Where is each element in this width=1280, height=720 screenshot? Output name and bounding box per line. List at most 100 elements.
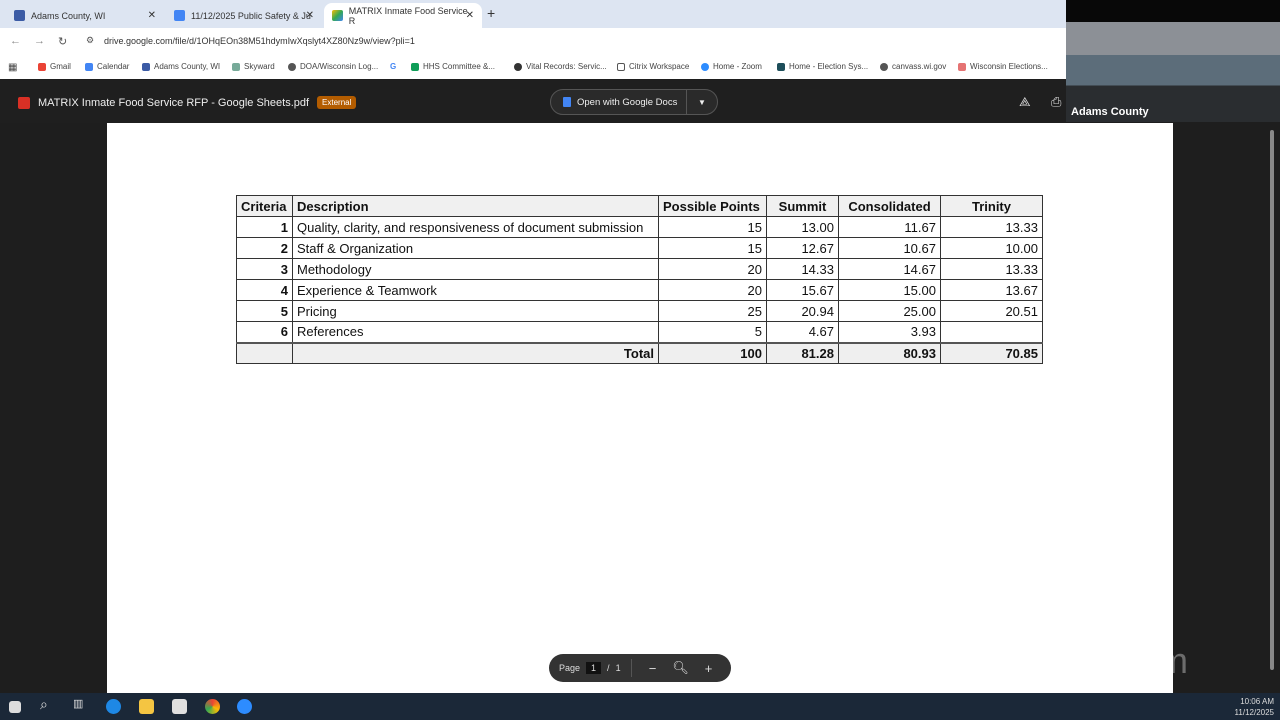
bookmark-canvass[interactable]: canvass.wi.gov <box>880 62 946 71</box>
forward-icon[interactable]: → <box>34 35 45 47</box>
bookmark-vital-records[interactable]: Vital Records: Servic... <box>514 62 607 71</box>
cell-criteria: 3 <box>236 258 293 280</box>
cell-possible-points: 20 <box>658 258 767 280</box>
address-bar: ← → ↻ ⚙ drive.google.com/file/d/1OHqEOn3… <box>0 28 1066 55</box>
tab-label: 11/12/2025 Public Safety & Ju <box>191 10 311 21</box>
tab-public-safety[interactable]: 11/12/2025 Public Safety & Ju ✕ <box>166 3 322 28</box>
cell-summit: 14.33 <box>766 258 839 280</box>
page-number-input[interactable]: 1 <box>586 662 602 674</box>
scoring-table: Criteria Description Possible Points Sum… <box>236 195 1043 364</box>
cell-summit: 13.00 <box>766 216 839 238</box>
cell-possible-points: 5 <box>658 321 767 343</box>
tab-matrix-pdf[interactable]: MATRIX Inmate Food Service R ✕ <box>324 3 482 28</box>
bookmark-citrix[interactable]: Citrix Workspace <box>617 62 689 71</box>
cell-description: Pricing <box>292 300 659 322</box>
print-icon[interactable]: ⎙ <box>1051 94 1061 110</box>
chrome-icon[interactable] <box>205 699 220 714</box>
pdf-icon <box>18 96 30 109</box>
file-title: MATRIX Inmate Food Service RFP - Google … <box>18 96 357 109</box>
cell-trinity: 10.00 <box>940 237 1043 259</box>
bookmark-skyward[interactable]: Skyward <box>232 62 275 71</box>
file-name: MATRIX Inmate Food Service RFP - Google … <box>38 96 310 109</box>
cell-possible-points: 20 <box>658 279 767 301</box>
table-row: 1 Quality, clarity, and responsiveness of… <box>236 216 1043 238</box>
start-icon[interactable] <box>9 701 21 713</box>
open-with-button[interactable]: Open with Google Docs ▼ <box>550 89 718 115</box>
open-with-label: Open with Google Docs <box>577 96 678 108</box>
bookmark-hhs[interactable]: HHS Committee &... <box>411 62 495 71</box>
table-row: 5 Pricing 25 20.94 25.00 20.51 <box>236 300 1043 322</box>
site-info-icon[interactable]: ⚙ <box>86 35 94 46</box>
cell-consolidated: 15.00 <box>838 279 941 301</box>
bookmark-doa[interactable]: DOA/Wisconsin Log... <box>288 62 378 71</box>
scrollbar[interactable] <box>1270 130 1274 670</box>
store-icon[interactable] <box>172 699 187 714</box>
zoom-app-icon[interactable] <box>237 699 252 714</box>
task-view-icon[interactable]: ▥ <box>73 697 88 712</box>
close-icon[interactable]: ✕ <box>466 10 474 21</box>
reload-icon[interactable]: ↻ <box>58 35 67 48</box>
cell-criteria: 1 <box>236 216 293 238</box>
close-icon[interactable]: ✕ <box>306 10 314 21</box>
tab-label: Adams County, WI <box>31 10 106 21</box>
cell-trinity <box>940 321 1043 343</box>
header-trinity: Trinity <box>940 195 1043 217</box>
docs-icon <box>174 10 185 21</box>
google-icon[interactable]: G <box>390 62 396 71</box>
video-label: Adams County <box>1071 106 1149 118</box>
cell-description: Methodology <box>292 258 659 280</box>
zoom-out-button[interactable]: − <box>642 661 664 676</box>
tab-bar: Adams County, WI ✕ 11/12/2025 Public Safe… <box>0 0 1066 28</box>
zoom-icon[interactable]: 🔍︎ <box>670 660 692 676</box>
table-row: 2 Staff & Organization 15 12.67 10.67 10.00 <box>236 237 1043 259</box>
close-icon[interactable]: ✕ <box>148 10 156 21</box>
bookmark-election[interactable]: Home - Election Sys... <box>777 62 868 71</box>
cell-trinity: 13.67 <box>940 279 1043 301</box>
back-icon[interactable]: ← <box>10 35 21 47</box>
page-separator: / <box>607 663 610 673</box>
url-input[interactable]: drive.google.com/file/d/1OHqEOn38M51hdym… <box>104 36 415 46</box>
drive-icon <box>332 10 343 21</box>
cell-consolidated: 3.93 <box>838 321 941 343</box>
page-controls: Page 1 / 1 − 🔍︎ + <box>549 654 731 682</box>
cell-summit: 12.67 <box>766 237 839 259</box>
header-summit: Summit <box>766 195 839 217</box>
cell-criteria: 4 <box>236 279 293 301</box>
search-icon[interactable]: ⌕ <box>40 696 55 712</box>
add-to-drive-icon[interactable]: ⟁ <box>1019 94 1031 110</box>
new-tab-button[interactable]: + <box>487 5 495 21</box>
video-thumbnail <box>1066 0 1280 122</box>
edge-icon[interactable] <box>106 699 121 714</box>
taskbar: ⌕ ▥ 10:06 AM 11/12/2025 <box>0 693 1280 720</box>
total-consolidated: 80.93 <box>838 341 941 364</box>
cell-consolidated: 25.00 <box>838 300 941 322</box>
tab-adams-county[interactable]: Adams County, WI ✕ <box>6 3 164 28</box>
cell-description: Staff & Organization <box>292 237 659 259</box>
table-row: 3 Methodology 20 14.33 14.67 13.33 <box>236 258 1043 280</box>
cell-possible-points: 15 <box>658 216 767 238</box>
bookmark-zoom[interactable]: Home - Zoom <box>701 62 762 71</box>
total-label: Total <box>292 341 659 364</box>
cell-summit: 20.94 <box>766 300 839 322</box>
cell-description: Quality, clarity, and responsiveness of … <box>292 216 659 238</box>
header-description: Description <box>292 195 659 217</box>
header-possible-points: Possible Points <box>658 195 767 217</box>
bookmark-calendar[interactable]: Calendar <box>85 62 129 71</box>
bookmark-gmail[interactable]: Gmail <box>38 62 71 71</box>
apps-icon[interactable]: ▦ <box>8 62 17 73</box>
chevron-down-icon[interactable]: ▼ <box>687 98 717 107</box>
cell-summit: 15.67 <box>766 279 839 301</box>
docs-icon <box>563 97 571 107</box>
cell-trinity: 13.33 <box>940 258 1043 280</box>
bookmark-adams-county[interactable]: Adams County, WI <box>142 62 220 71</box>
table-row: 4 Experience & Teamwork 20 15.67 15.00 13.67 <box>236 279 1043 301</box>
file-explorer-icon[interactable] <box>139 699 154 714</box>
header-consolidated: Consolidated <box>838 195 941 217</box>
zoom-watermark: zoom <box>1100 640 1189 681</box>
clock-date: 11/12/2025 <box>1234 708 1274 717</box>
total-summit: 81.28 <box>766 341 839 364</box>
cell-consolidated: 10.67 <box>838 237 941 259</box>
zoom-in-button[interactable]: + <box>698 661 720 676</box>
cell-criteria: 5 <box>236 300 293 322</box>
bookmark-wi-elections[interactable]: Wisconsin Elections... <box>958 62 1048 71</box>
